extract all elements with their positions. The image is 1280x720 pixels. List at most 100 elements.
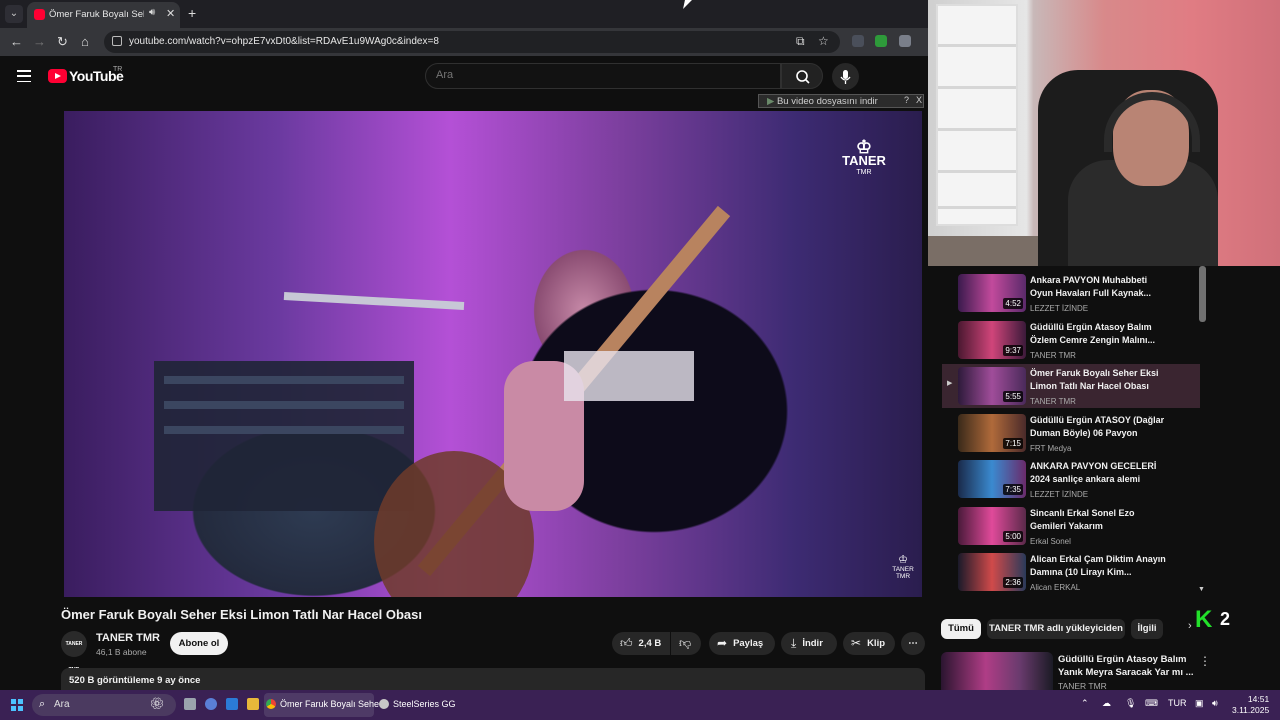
menu-hamburger-icon[interactable] [17,70,31,86]
widgets-icon[interactable] [205,698,217,710]
chip-from-uploader[interactable]: TANER TMR adlı yükleyiciden [987,619,1125,639]
windows-start-icon[interactable] [11,699,23,711]
channel-watermark-top: ♔ TANER TMR [839,138,889,179]
taskbar-clock[interactable]: 14:51 3.11.2025 [1232,694,1269,716]
back-arrow-icon[interactable]: ← [10,34,23,49]
playlist-item[interactable]: 7:15 Güdüllü Ergün ATASOY (Dağlar Duman B… [942,411,1200,455]
browser-tab-active[interactable]: Ömer Faruk Boyalı Seher Eksi Limon Tatlı… [27,2,180,28]
channel-name-link[interactable]: TANER TMR [96,632,160,644]
new-tab-plus-icon[interactable]: + [188,5,196,21]
download-close-button[interactable]: X [916,95,922,105]
kick-viewer-count: 2 [1220,609,1231,629]
chip-related[interactable]: İlgili [1131,619,1163,639]
recommendation-more-icon[interactable]: ⋮ [1199,654,1211,668]
extension-shield-icon[interactable] [852,35,864,47]
task-view-icon[interactable] [184,698,196,710]
playlist-item[interactable]: 7:35 ANKARA PAVYON GECELERİ 2024 sanliçe … [942,457,1200,501]
playlist-item-title[interactable]: ANKARA PAVYON GECELERİ 2024 sanliçe anka… [1030,460,1166,486]
chip-all[interactable]: Tümü [941,619,981,639]
playlist-item-title[interactable]: Ankara PAVYON Muhabbeti Oyun Havaları Fu… [1030,274,1166,300]
playlist-item[interactable]: ▶ 5:55 Ömer Faruk Boyalı Seher Eksi Limon … [942,364,1200,408]
share-button[interactable]: ➦ Paylaş [709,632,775,655]
file-explorer-icon[interactable] [247,698,259,710]
like-count: 2,4 B [638,638,662,649]
edge-icon[interactable] [226,698,238,710]
playlist-item-thumbnail[interactable]: 5:00 [958,506,1026,545]
tray-network-icon[interactable]: ▣ [1195,698,1204,709]
playlist-item-title[interactable]: Alican Erkal Çam Diktim Anayın Damına (1… [1030,553,1166,579]
youtube-masthead: YouTube TR [0,56,928,96]
site-info-icon[interactable] [112,36,122,46]
cast-icon[interactable]: ⧉ [796,34,805,49]
playlist-item-thumbnail[interactable]: 9:37 [958,320,1026,359]
search-input[interactable] [436,69,766,81]
playlist-item-duration: 2:36 [1003,577,1023,588]
steelseries-icon [379,699,389,709]
thumbs-up-icon: 👍︎ [620,636,633,650]
tray-keyboard-icon[interactable]: ⌨ [1145,698,1158,709]
playlist-item-channel: FRT Medya [1030,443,1072,453]
clip-button[interactable]: ✂ Klip [843,632,895,655]
search-button[interactable] [781,63,823,89]
extension-puzzle-icon[interactable] [899,35,911,47]
playlist-item[interactable]: 2:36 Alican Erkal Çam Diktim Anayın Damın… [942,550,1200,594]
home-icon[interactable]: ⌂ [81,34,89,49]
playlist-item-channel: LEZZET İZİNDE [1030,304,1089,313]
bookmark-star-icon[interactable]: ☆ [818,34,829,48]
search-highlight-icon: 🌼︎ [150,698,164,710]
address-bar[interactable]: youtube.com/watch?v=ohpzE7vxDt0&list=RDA… [104,31,840,53]
playlist-item[interactable]: 5:00 Sincanlı Erkal Sonel Ezo Gemileri Ya… [942,504,1200,548]
tab-search-chevron-icon[interactable]: ⌄ [5,5,23,23]
chip-next-arrow-icon[interactable]: › [1188,620,1192,632]
tray-chevron-up-icon[interactable]: ⌃ [1081,698,1089,709]
video-player[interactable]: ♔ TANER TMR ♔ TANER TMR [64,111,922,597]
reload-icon[interactable]: ↻ [57,34,68,50]
youtube-logo-icon[interactable] [48,69,67,83]
download-button[interactable]: ⤓ İndir [781,632,837,655]
watermark-top-text: TANER [842,153,886,168]
channel-avatar[interactable]: TANER TMR [61,631,87,673]
clock-time: 14:51 [1247,694,1270,704]
playlist-scrollbar[interactable] [1199,266,1206,322]
playlist-item[interactable]: 9:37 Güdüllü Ergün Atasoy Balım Özlem Cem… [942,318,1200,362]
tray-cloud-icon[interactable]: ☁ [1102,698,1111,709]
playlist-item-duration: 5:00 [1003,530,1023,542]
more-actions-button[interactable]: ⋯ [901,632,925,655]
playlist-item[interactable]: 4:52 Ankara PAVYON Muhabbeti Oyun Havalar… [942,271,1200,315]
microphone-icon [840,70,851,84]
playlist-item-title[interactable]: Sincanlı Erkal Sonel Ezo Gemileri Yakarı… [1030,507,1166,533]
tray-language[interactable]: TUR [1168,698,1187,708]
taskbar-search[interactable]: ⌕ Ara 🌼︎ [32,694,176,716]
search-box[interactable] [425,63,781,89]
playlist-item-title[interactable]: Güdüllü Ergün ATASOY (Dağlar Duman Böyle… [1030,414,1166,440]
playlist-item-thumbnail[interactable]: 5:55 [958,367,1026,405]
taskbar-steelseries-app[interactable]: SteelSeries GG [377,693,457,717]
tray-volume-icon[interactable]: 🔊︎ [1212,698,1218,709]
recommendation-thumbnail[interactable] [941,652,1053,690]
kick-logo: K [1195,606,1213,633]
voice-search-button[interactable] [832,63,859,90]
taskbar-chrome-app[interactable]: Ömer Faruk Boyalı Sehe [264,693,379,717]
playlist-item-thumbnail[interactable]: 7:15 [958,413,1026,452]
playlist-item-thumbnail[interactable]: 2:36 [958,553,1026,591]
playlist-item-duration: 7:15 [1003,437,1023,449]
download-help-button[interactable]: ? [904,95,909,105]
playlist-item-title[interactable]: Ömer Faruk Boyalı Seher Eksi Limon Tatlı… [1030,367,1166,393]
url-text[interactable]: youtube.com/watch?v=ohpzE7vxDt0&list=RDA… [129,36,439,47]
playlist-item-title[interactable]: Güdüllü Ergün Atasoy Balım Özlem Cemre Z… [1030,321,1166,347]
scroll-down-arrow-icon[interactable]: ▼ [1198,586,1205,593]
forward-arrow-icon[interactable]: → [33,34,46,49]
download-video-bar[interactable]: ▶ Bu video dosyasını indir [758,94,924,108]
like-button[interactable]: 👍︎ 2,4 B [612,632,670,655]
playlist-item-thumbnail[interactable]: 4:52 [958,274,1026,312]
tab-audio-icon[interactable]: 🔊︎ [149,7,155,18]
tray-microphone-icon[interactable]: 🎙︎ [1125,698,1136,709]
extension-green-icon[interactable] [875,35,887,47]
tab-close-icon[interactable]: ✕ [166,7,175,20]
description-box[interactable]: 520 B görüntüleme 9 ay önce [61,668,925,690]
subscribe-button[interactable]: Abone ol [170,632,228,655]
dislike-button[interactable]: 👎︎ [671,632,701,655]
recommendation-title[interactable]: Güdüllü Ergün Atasoy Balım Yanık Meyra S… [1058,653,1198,679]
youtube-region-code: TR [113,66,123,73]
playlist-item-thumbnail[interactable]: 7:35 [958,460,1026,498]
